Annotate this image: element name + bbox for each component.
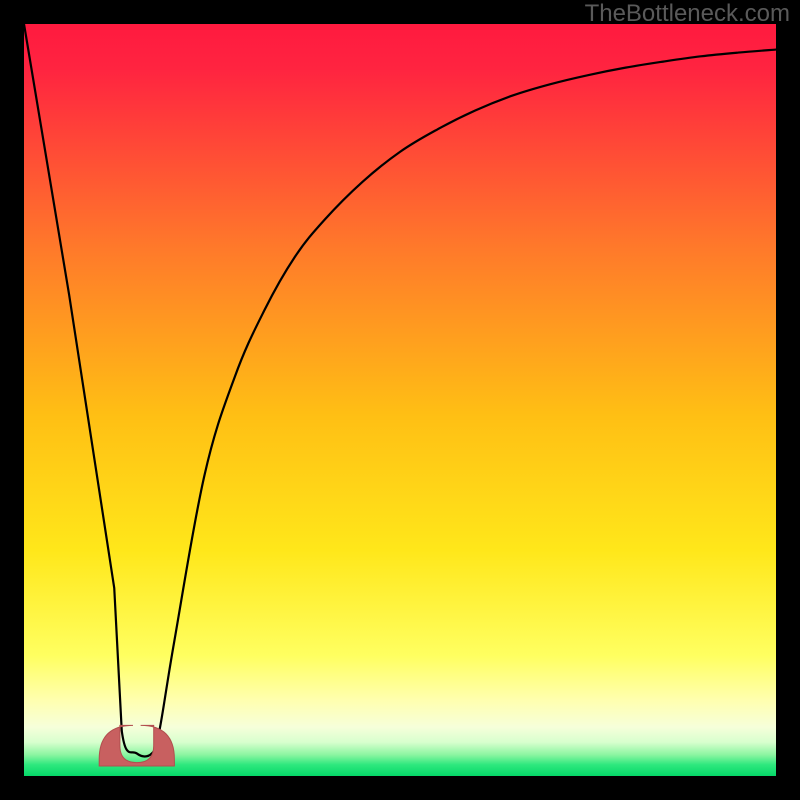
- chart-frame: [24, 24, 776, 776]
- gradient-background: [24, 24, 776, 776]
- bottleneck-chart: [24, 24, 776, 776]
- watermark-label: TheBottleneck.com: [585, 0, 790, 28]
